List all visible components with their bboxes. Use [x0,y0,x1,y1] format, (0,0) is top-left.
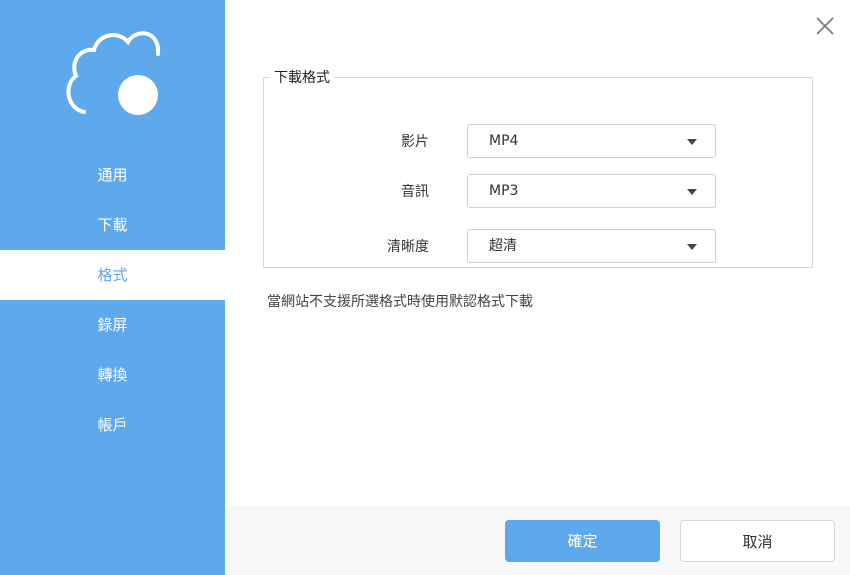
sidebar-nav: 通用 下載 格式 錄屏 轉換 帳戶 [0,150,225,450]
sidebar-item-general[interactable]: 通用 [0,150,225,200]
chevron-down-icon [687,244,697,250]
dialog-footer: 確定 取消 [225,505,850,575]
audio-format-select[interactable]: MP3 [467,174,716,208]
chevron-down-icon [687,189,697,195]
sidebar-item-screen-record[interactable]: 錄屏 [0,300,225,350]
close-icon[interactable] [814,15,836,37]
sidebar-item-convert[interactable]: 轉換 [0,350,225,400]
quality-label: 清晰度 [387,239,429,255]
video-label: 影片 [401,134,429,150]
video-format-value: MP4 [489,133,519,149]
sidebar-item-format[interactable]: 格式 [0,250,225,300]
chevron-down-icon [687,139,697,145]
quality-value: 超清 [489,238,517,254]
settings-panel: 下載格式 影片 MP4 音訊 MP3 清晰度 超清 當網站不支援所選格式時使用默… [225,0,850,575]
audio-label: 音訊 [401,184,429,200]
fallback-format-hint: 當網站不支援所選格式時使用默認格式下載 [267,294,533,310]
audio-format-row: 音訊 MP3 [264,174,814,210]
video-format-select[interactable]: MP4 [467,124,716,158]
download-format-group: 下載格式 影片 MP4 音訊 MP3 清晰度 超清 [263,67,813,268]
cancel-button[interactable]: 取消 [680,520,835,562]
confirm-button[interactable]: 確定 [505,520,660,562]
sidebar: 通用 下載 格式 錄屏 轉換 帳戶 [0,0,225,575]
quality-row: 清晰度 超清 [264,229,814,265]
sidebar-item-account[interactable]: 帳戶 [0,400,225,450]
sidebar-item-download[interactable]: 下載 [0,200,225,250]
quality-select[interactable]: 超清 [467,229,716,263]
video-format-row: 影片 MP4 [264,124,814,160]
cloud-logo-icon [66,31,161,115]
audio-format-value: MP3 [489,183,519,199]
group-title: 下載格式 [274,70,330,86]
